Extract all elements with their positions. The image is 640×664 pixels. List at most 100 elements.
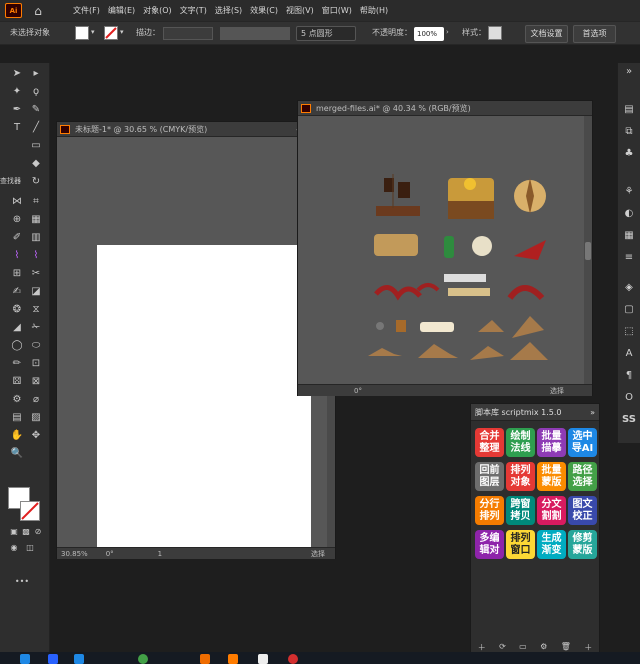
panel-menu-icon[interactable]: » <box>590 408 595 417</box>
free-transform-icon[interactable]: ⌗ <box>28 195 44 209</box>
script-button[interactable]: 批量蒙版 <box>537 462 566 491</box>
script-button[interactable]: 排列窗口 <box>506 530 535 559</box>
chrome-icon[interactable] <box>138 654 148 664</box>
variable-width-profile[interactable] <box>220 27 290 40</box>
ellipse-tool-icon[interactable]: ◯ <box>9 339 25 353</box>
menu-select[interactable]: 选择(S) <box>211 0 246 21</box>
stack-icon[interactable]: ◈ <box>622 281 636 295</box>
chevron-right-icon[interactable]: › <box>446 28 449 36</box>
menu-window[interactable]: 窗口(W) <box>318 0 356 21</box>
symbols-icon[interactable]: ⚘ <box>622 185 636 199</box>
artboards-icon[interactable]: ▢ <box>622 303 636 317</box>
paintbrush-icon[interactable]: ✍ <box>9 285 25 299</box>
document-tab[interactable]: 未标题-1* @ 30.65 % (CMYK/预览) — □ ✕ <box>57 122 335 137</box>
smooth-tool-icon[interactable]: ⊡ <box>28 357 44 371</box>
script-button[interactable]: 绘制法线 <box>506 428 535 457</box>
pencil-tool-icon[interactable]: ✏ <box>9 357 25 371</box>
more-tools-icon[interactable]: ••• <box>14 575 30 589</box>
zoom-level[interactable]: 30.85% <box>61 550 88 558</box>
script-button[interactable]: 修剪蒙版 <box>568 530 597 559</box>
hand-tool-icon[interactable]: ✋ <box>9 429 25 443</box>
dice-icon[interactable]: ⚄ <box>9 375 25 389</box>
app-icon[interactable] <box>74 654 84 664</box>
stroke-weight-field[interactable] <box>163 27 213 40</box>
app-icon[interactable] <box>258 654 268 664</box>
graph-tool-icon[interactable]: ▥ <box>28 231 44 245</box>
menu-effect[interactable]: 效果(C) <box>246 0 282 21</box>
puppet-warp-icon[interactable]: ⚙ <box>9 393 25 407</box>
zoom-tool-icon[interactable]: 🔍 <box>9 447 25 461</box>
slice-tool-icon[interactable]: ✂ <box>28 267 44 281</box>
page-number[interactable]: 1 <box>158 550 162 558</box>
rectangle-tool-icon[interactable]: ▭ <box>28 139 44 153</box>
column-graph-icon[interactable]: ▤ <box>9 411 25 425</box>
menu-help[interactable]: 帮助(H) <box>356 0 392 21</box>
word-icon[interactable] <box>48 654 58 664</box>
script-panel-title-bar[interactable]: 脚本库 scriptmix 1.5.0 » <box>471 404 599 421</box>
symbol-sprayer-icon[interactable]: ❂ <box>9 303 25 317</box>
stroke-color-box[interactable] <box>20 501 40 521</box>
print-tiling-icon[interactable]: ✥ <box>28 429 44 443</box>
script-button[interactable]: 多编辑对 <box>475 530 504 559</box>
measure-tool-icon[interactable]: ▨ <box>28 411 44 425</box>
vertical-scrollbar[interactable] <box>584 116 592 384</box>
color-icon[interactable]: ◐ <box>622 207 636 221</box>
collapse-icon[interactable]: » <box>622 65 636 79</box>
illustrator-icon[interactable] <box>228 654 238 664</box>
knife-tool-icon[interactable]: ◢ <box>9 321 25 335</box>
script-button[interactable]: 回前图层 <box>475 462 504 491</box>
document-setup-button[interactable]: 文档设置 <box>525 25 568 43</box>
gradient-mesh-icon[interactable]: ⌇ <box>9 249 25 263</box>
live-paint-icon[interactable]: ⧖ <box>28 303 44 317</box>
rotate-tool-icon[interactable]: ↻ <box>28 175 44 189</box>
canvas-area[interactable] <box>57 137 327 548</box>
brushes-icon[interactable]: ≡ <box>622 251 636 265</box>
chevron-down-icon[interactable]: ▾ <box>120 28 124 36</box>
home-icon[interactable]: ⌂ <box>31 4 45 18</box>
eraser-tool-icon[interactable]: ◆ <box>28 157 44 171</box>
shaper-tool-icon[interactable]: ⬭ <box>28 339 44 353</box>
app-icon[interactable] <box>288 654 298 664</box>
draw-mode-icon[interactable]: ◉ <box>6 541 22 555</box>
rotation-value[interactable]: 0° <box>354 387 362 395</box>
app-icon[interactable] <box>200 654 210 664</box>
style-swatch[interactable] <box>488 26 502 40</box>
menu-view[interactable]: 视图(V) <box>282 0 318 21</box>
script-button[interactable]: 分行排列 <box>475 496 504 525</box>
script-button[interactable]: 分文割割 <box>537 496 566 525</box>
rotation-value[interactable]: 0° <box>106 550 114 558</box>
canvas-area[interactable] <box>298 116 584 384</box>
properties-icon[interactable]: ▤ <box>622 103 636 117</box>
selection-tool-icon[interactable]: ➤ <box>9 67 25 81</box>
script-button[interactable]: 选中导AI <box>568 428 597 457</box>
document-tab[interactable]: merged-files.ai* @ 40.34 % (RGB/预览) <box>298 101 592 116</box>
menu-object[interactable]: 对象(O) <box>139 0 176 21</box>
fill-swatch[interactable] <box>75 26 89 40</box>
script-button[interactable]: 图文校正 <box>568 496 597 525</box>
layers-icon[interactable]: ⧉ <box>622 125 636 139</box>
character-icon[interactable]: A <box>622 347 636 361</box>
paragraph-icon[interactable]: ¶ <box>622 369 636 383</box>
script-button[interactable]: 生成渐变 <box>537 530 566 559</box>
preferences-button[interactable]: 首选项 <box>573 25 616 43</box>
script-button[interactable]: 跨窗拷贝 <box>506 496 535 525</box>
script-button[interactable]: 合并整理 <box>475 428 504 457</box>
direct-selection-tool-icon[interactable]: ▸ <box>28 67 44 81</box>
perspective-grid-icon[interactable]: ▦ <box>28 213 44 227</box>
artboard[interactable] <box>97 245 311 548</box>
line-tool-icon[interactable]: ╱ <box>28 121 44 135</box>
club-icon[interactable]: ♣ <box>622 147 636 161</box>
scroll-thumb[interactable] <box>585 242 591 260</box>
transform-icon[interactable]: ⬚ <box>622 325 636 339</box>
brush-select[interactable]: 5 点圆形 <box>296 26 356 41</box>
eyedropper-icon[interactable]: ✐ <box>9 231 25 245</box>
warp-tool-icon[interactable]: ⌀ <box>28 393 44 407</box>
scripts-icon[interactable]: SS <box>622 413 636 427</box>
blend-tool-icon[interactable]: ⌇ <box>28 249 44 263</box>
opentype-icon[interactable]: O <box>622 391 636 405</box>
menu-file[interactable]: 文件(F) <box>69 0 104 21</box>
shape-builder-icon[interactable]: ⊕ <box>9 213 25 227</box>
curvature-tool-icon[interactable]: ✎ <box>28 103 44 117</box>
magic-wand-icon[interactable]: ✦ <box>9 85 25 99</box>
scissors-icon[interactable]: ✁ <box>28 321 44 335</box>
